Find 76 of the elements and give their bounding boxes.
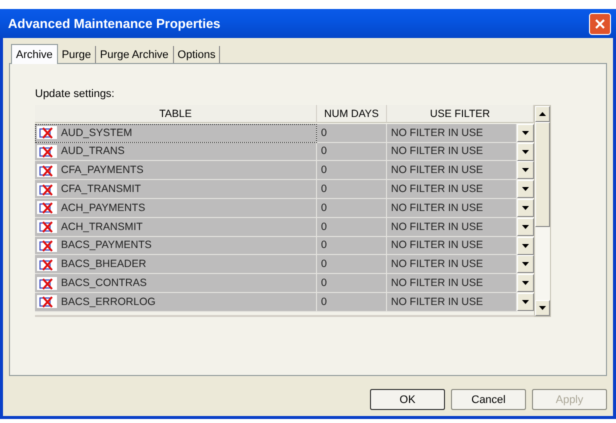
delete-table-icon — [37, 220, 57, 234]
dropdown-button[interactable] — [517, 255, 534, 274]
table-cell: 0 — [317, 274, 387, 293]
table-cell: 0 — [317, 124, 387, 143]
dropdown-button[interactable] — [517, 142, 534, 161]
delete-table-icon — [37, 258, 57, 271]
table-cell: NO FILTER IN USE — [387, 236, 517, 256]
table-name: BACS_ERRORLOG — [61, 296, 156, 308]
delete-table-icon — [37, 182, 57, 196]
table-name: ACH_PAYMENTS — [61, 202, 146, 214]
caret-icon — [539, 306, 546, 310]
dropdown-button[interactable] — [517, 274, 534, 292]
table-cell: NO FILTER IN USE — [387, 292, 517, 312]
scrollbar[interactable] — [534, 105, 551, 317]
dropdown-button[interactable] — [517, 124, 534, 142]
window-title: Advanced Maintenance Properties — [8, 16, 220, 31]
dropdown-button[interactable] — [517, 236, 534, 255]
table-cell: 0 — [317, 218, 387, 237]
caret-icon — [522, 187, 529, 192]
table-name: BACS_BHEADER — [61, 258, 146, 270]
dropdown-button[interactable] — [517, 161, 534, 180]
delete-table-icon — [37, 164, 57, 177]
caret-icon — [522, 224, 529, 229]
delete-table-icon — [37, 201, 57, 214]
column-header: USE FILTER — [387, 105, 534, 123]
caret-icon — [522, 130, 529, 135]
delete-table-icon — [37, 126, 57, 140]
dialog-button[interactable]: OK — [370, 389, 445, 410]
table-name: ACH_TRANSMIT — [61, 220, 143, 233]
delete-table-icon — [37, 276, 57, 290]
close-button[interactable] — [589, 12, 611, 34]
table-cell: NO FILTER IN USE — [387, 274, 517, 293]
table-name: AUD_SYSTEM — [61, 126, 132, 139]
dropdown-button[interactable] — [517, 180, 534, 198]
delete-table-icon — [37, 238, 57, 252]
table-cell: NO FILTER IN USE — [387, 142, 517, 162]
dropdown-button[interactable] — [517, 218, 534, 236]
table-name: AUD_TRANS — [61, 145, 125, 158]
table-name: CFA_PAYMENTS — [61, 164, 144, 176]
caret-icon — [522, 150, 529, 154]
table-cell: NO FILTER IN USE — [387, 218, 517, 237]
table-cell: 0 — [317, 180, 387, 199]
scroll-thumb[interactable] — [535, 122, 550, 227]
section-label: Update settings: — [35, 88, 116, 102]
caret-icon — [522, 206, 529, 210]
caret-icon — [522, 168, 529, 172]
table-name: BACS_PAYMENTS — [61, 239, 152, 252]
column-header: TABLE — [35, 105, 317, 123]
column-header: NUM DAYS — [317, 105, 387, 123]
table-cell: NO FILTER IN USE — [387, 180, 517, 199]
table-cell: 0 — [317, 292, 387, 312]
table-name: CFA_TRANSMIT — [61, 183, 141, 196]
table-cell: 0 — [317, 255, 387, 274]
caret-icon — [522, 281, 529, 286]
caret-icon — [522, 262, 529, 266]
scroll-up-button[interactable] — [535, 106, 550, 122]
dialog-button[interactable]: Cancel — [451, 389, 526, 410]
table-cell: 0 — [317, 161, 387, 180]
caret-icon — [522, 244, 529, 248]
table-cell: NO FILTER IN USE — [387, 161, 517, 180]
table-cell: 0 — [317, 236, 387, 256]
table-cell: NO FILTER IN USE — [387, 124, 517, 143]
dropdown-button[interactable] — [517, 198, 534, 217]
tab[interactable]: Archive — [11, 44, 58, 64]
close-icon — [595, 18, 605, 28]
table-cell: 0 — [317, 198, 387, 218]
dropdown-button[interactable] — [517, 292, 534, 311]
caret-icon — [522, 300, 529, 304]
table-cell: NO FILTER IN USE — [387, 255, 517, 274]
delete-table-icon — [37, 295, 57, 308]
table-cell: NO FILTER IN USE — [387, 198, 517, 218]
table-name: BACS_CONTRAS — [61, 277, 147, 290]
table-cell: 0 — [317, 142, 387, 162]
caret-icon — [539, 112, 546, 116]
scroll-down-button[interactable] — [535, 300, 550, 316]
delete-table-icon — [37, 144, 57, 158]
